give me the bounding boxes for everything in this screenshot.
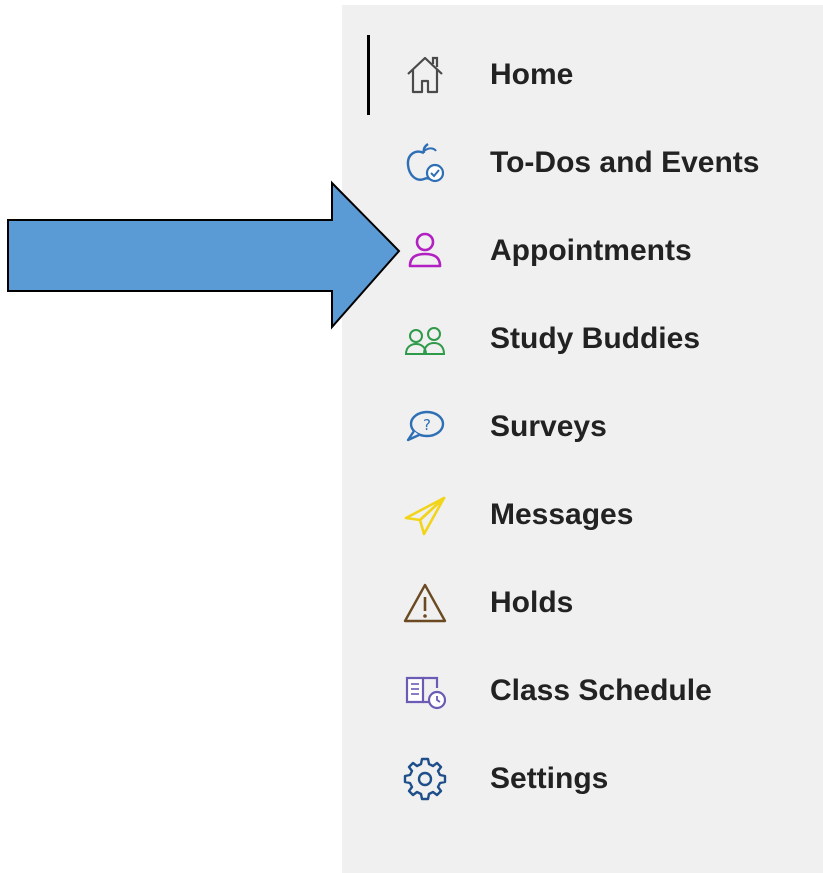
sidebar-item-appointments[interactable]: Appointments xyxy=(402,221,802,281)
sidebar-item-study-buddies[interactable]: Study Buddies xyxy=(402,309,802,369)
sidebar-item-label: To-Dos and Events xyxy=(490,146,760,179)
sidebar-item-label: Home xyxy=(490,58,574,91)
gear-icon xyxy=(402,756,448,802)
home-icon xyxy=(402,52,448,98)
person-icon xyxy=(402,228,448,274)
apple-check-icon xyxy=(402,140,448,186)
sidebar-item-label: Surveys xyxy=(490,410,607,443)
sidebar-item-label: Study Buddies xyxy=(490,322,701,355)
sidebar-item-label: Appointments xyxy=(490,234,692,267)
sidebar-item-home[interactable]: Home xyxy=(402,45,802,105)
sidebar-item-label: Class Schedule xyxy=(490,674,712,707)
page: Home To-Dos and Events Appointments Stud… xyxy=(0,0,823,873)
sidebar-item-surveys[interactable]: ? Surveys xyxy=(402,397,802,457)
sidebar-item-messages[interactable]: Messages xyxy=(402,485,802,545)
active-indicator xyxy=(367,35,370,115)
sidebar-item-label: Settings xyxy=(490,762,609,795)
warning-icon xyxy=(402,580,448,626)
sidebar-item-holds[interactable]: Holds xyxy=(402,573,802,633)
question-bubble-icon: ? xyxy=(402,404,448,450)
sidebar-item-class-schedule[interactable]: Class Schedule xyxy=(402,661,802,721)
arrow-shape xyxy=(7,180,401,330)
paper-plane-icon xyxy=(402,492,448,538)
sidebar-item-todos-events[interactable]: To-Dos and Events xyxy=(402,133,802,193)
people-icon xyxy=(402,316,448,362)
svg-text:?: ? xyxy=(423,416,431,434)
sidebar-item-label: Messages xyxy=(490,498,634,531)
sidebar-item-settings[interactable]: Settings xyxy=(402,749,802,809)
sidebar-item-label: Holds xyxy=(490,586,574,619)
sidebar-nav: Home To-Dos and Events Appointments Stud… xyxy=(342,5,823,873)
book-clock-icon xyxy=(402,668,448,714)
